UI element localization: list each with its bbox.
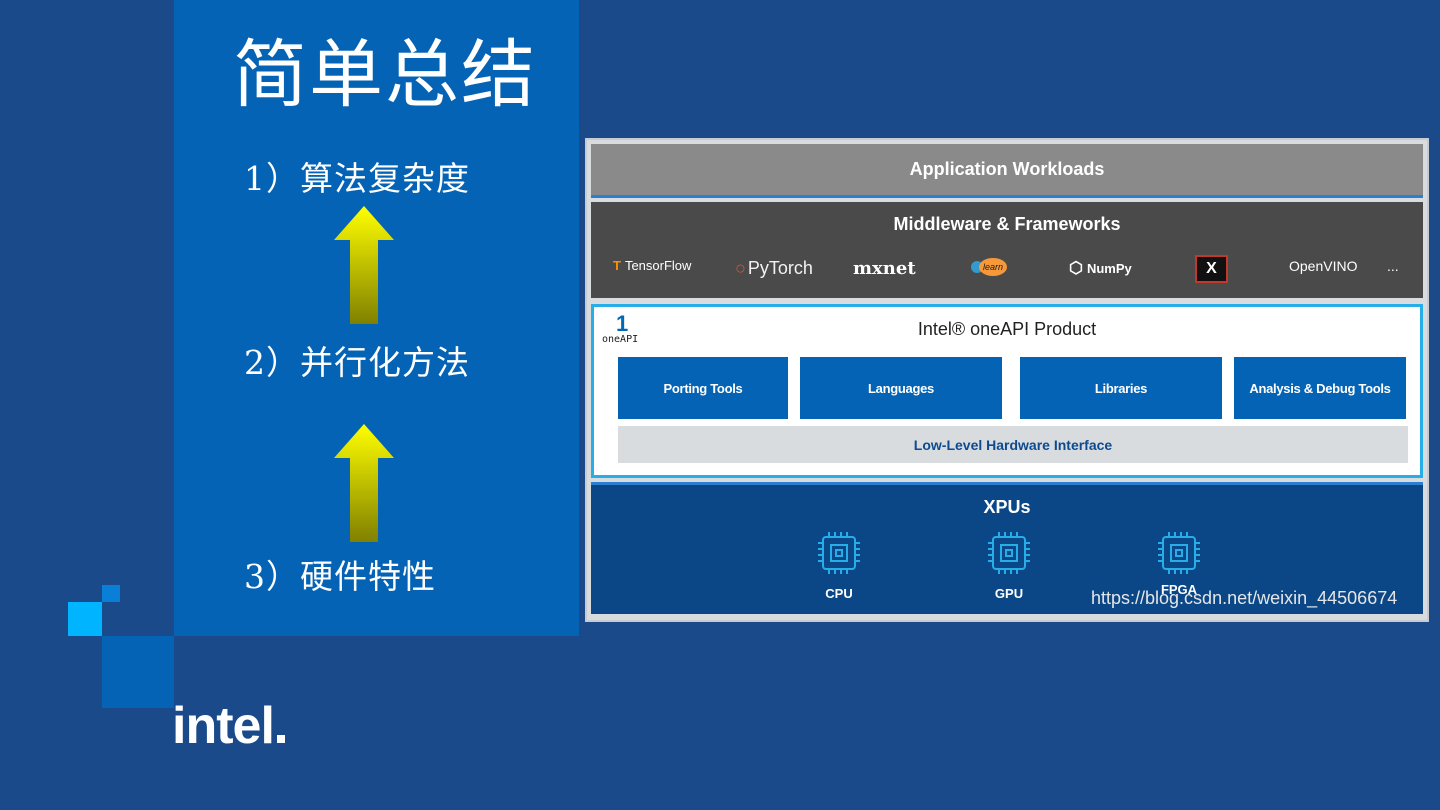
gpu-chip-icon — [988, 532, 1030, 574]
up-arrow-icon — [334, 206, 394, 324]
decorative-square — [68, 602, 102, 636]
source-watermark: https://blog.csdn.net/weixin_44506674 — [1091, 588, 1398, 608]
middleware-layer: Middleware & Frameworks T TensorFlow ○ PyT… — [591, 202, 1423, 298]
tensorflow-icon: T — [613, 258, 621, 273]
xgboost-logo: X — [1195, 255, 1228, 283]
cpu-chip-icon — [818, 532, 860, 574]
step-parallel-methods: 2）并行化方法 — [244, 343, 470, 382]
intel-logo: intel — [172, 700, 285, 752]
openvino-logo: OpenVINO — [1289, 258, 1358, 274]
cpu-label: CPU — [825, 586, 853, 601]
pytorch-icon: ○ — [735, 258, 746, 278]
numpy-logo: ⬡ NumPy — [1069, 260, 1132, 277]
pytorch-logo: ○ PyTorch — [735, 258, 813, 278]
fpga-chip-icon — [1158, 532, 1200, 574]
libraries-box: Libraries — [1020, 357, 1222, 419]
gpu-label: GPU — [994, 586, 1024, 601]
more-frameworks: ... — [1387, 258, 1399, 274]
xpus-title: XPUs — [983, 497, 1031, 517]
step-hardware-features: 3）硬件特性 — [244, 557, 436, 596]
analysis-debug-tools-box: Analysis & Debug Tools — [1234, 357, 1406, 419]
oneapi-product-layer: 1 oneAPI Intel® oneAPI Product Porting T… — [591, 304, 1423, 478]
languages-box: Languages — [800, 357, 1002, 419]
up-arrow-icon — [334, 424, 394, 542]
oneapi-title: Intel® oneAPI Product — [917, 319, 1097, 339]
tensorflow-logo: T TensorFlow — [613, 258, 692, 273]
numpy-cube-icon: ⬡ — [1069, 260, 1083, 277]
middleware-title: Middleware & Frameworks — [893, 214, 1121, 234]
porting-tools-box: Porting Tools — [618, 357, 788, 419]
step-algorithm-complexity: 1）算法复杂度 — [244, 159, 470, 198]
decorative-square — [102, 585, 120, 602]
xpus-layer: XPUs CPU GPU FPGA https://blog.csdn.net/… — [591, 482, 1423, 614]
low-level-hardware-interface: Low-Level Hardware Interface — [618, 426, 1408, 463]
mxnet-logo: mxnet — [853, 258, 916, 279]
slide-title: 简单总结 — [233, 32, 537, 118]
decorative-square — [102, 636, 174, 708]
application-workloads-layer: Application Workloads — [591, 144, 1423, 198]
scikit-learn-logo: learn — [971, 258, 1007, 276]
oneapi-diagram: Application Workloads Middleware & Frame… — [585, 138, 1429, 622]
